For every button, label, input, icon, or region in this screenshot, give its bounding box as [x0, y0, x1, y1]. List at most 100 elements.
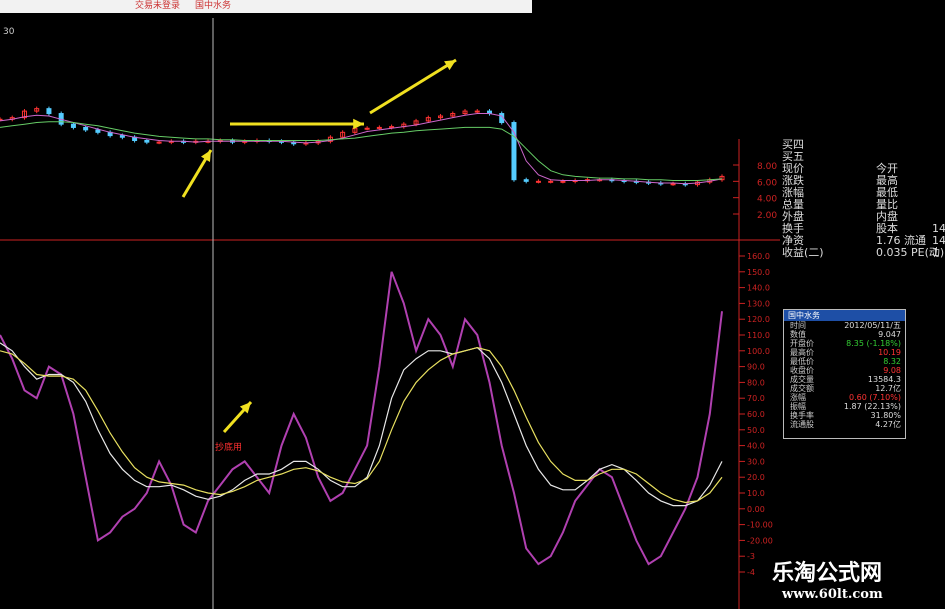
- quote-right: 1: [932, 246, 939, 259]
- info-key: 成交额: [790, 384, 814, 393]
- osc-tick-label: 20.0: [747, 473, 765, 482]
- arrow-horizontal-head: [353, 118, 364, 130]
- osc-tick-label: 140.0: [747, 284, 770, 293]
- osc-tick-label: 60.0: [747, 410, 765, 419]
- osc-tick-label: 10.0: [747, 489, 765, 498]
- watermark-url: www.60lt.com: [782, 587, 883, 602]
- info-value: 9.08: [883, 366, 901, 375]
- osc-tick-label: 70.0: [747, 394, 765, 403]
- info-row: 收盘价 9.08: [784, 366, 905, 375]
- quote-row: 买四: [780, 139, 945, 151]
- osc-tick-label: 40.0: [747, 442, 765, 451]
- chart-overlay: 抄底用: [181, 18, 457, 609]
- osc-tick-label: 50.0: [747, 426, 765, 435]
- candle-body: [560, 180, 566, 183]
- candle-body: [670, 183, 676, 186]
- osc-tick-label: -10.00: [747, 521, 773, 530]
- osc-tick-label: 110.0: [747, 331, 770, 340]
- quote-row: 现价 今开: [780, 163, 945, 175]
- quote-label: 收益(二): [782, 246, 824, 259]
- osc-tick-label: 130.0: [747, 299, 770, 308]
- info-row: 成交量 13584.3: [784, 375, 905, 384]
- info-row: 振幅 1.87 (22.13%): [784, 402, 905, 411]
- candle-body: [95, 129, 101, 133]
- osc-tick-label: -20.00: [747, 536, 773, 545]
- title-bar: 交易未登录 国中水务: [0, 0, 532, 13]
- candle-body: [376, 126, 382, 129]
- price-panel: 30 8.00 6.00 4.00 2.00: [0, 27, 780, 609]
- candle-body: [0, 118, 3, 121]
- info-row: 涨幅 0.60 (7.10%): [784, 393, 905, 402]
- price-tick-label: 4.00: [757, 195, 777, 205]
- info-value: 4.27亿: [875, 420, 901, 429]
- oscillator-lines: [0, 271, 723, 566]
- info-popup-title: 国中水务: [784, 310, 905, 321]
- info-row: 数值 9.047: [784, 330, 905, 339]
- info-row: 最高价 10.19: [784, 348, 905, 357]
- stock-chart-canvas[interactable]: 308.006.004.002.00 160.0150.0140.0130.01…: [0, 0, 945, 609]
- info-value: 8.32: [883, 357, 901, 366]
- osc-tick-label: 90.0: [747, 363, 765, 372]
- info-value: 2012/05/11/五: [844, 321, 901, 330]
- candle-body: [523, 179, 529, 182]
- info-row: 换手率 31.80%: [784, 411, 905, 420]
- info-value: 9.047: [878, 330, 901, 339]
- info-key: 振幅: [790, 402, 806, 411]
- candle-body: [548, 180, 554, 183]
- candle-body: [119, 135, 125, 138]
- price-tick-label: 8.00: [757, 162, 777, 172]
- quote-row: 买五: [780, 151, 945, 163]
- info-key: 换手率: [790, 411, 814, 420]
- stock-name-text: 国中水务: [195, 1, 232, 11]
- quote-row: 总量 量比: [780, 199, 945, 211]
- quote-row: 外盘 内盘: [780, 211, 945, 223]
- candle-body: [364, 127, 370, 130]
- info-key: 数值: [790, 330, 806, 339]
- info-row: 成交额 12.7亿: [784, 384, 905, 393]
- candle-body: [144, 140, 150, 143]
- info-key: 收盘价: [790, 366, 814, 375]
- osc-tick-label: 150.0: [747, 268, 770, 277]
- candle-body: [474, 110, 480, 113]
- info-row: 流通股 4.27亿: [784, 420, 905, 429]
- info-value: 8.35 (-1.18%): [846, 339, 901, 348]
- login-status-text[interactable]: 交易未登录: [135, 0, 180, 13]
- info-value: 1.87 (22.13%): [843, 402, 901, 411]
- quote-row: 涨跌 最高: [780, 175, 945, 187]
- info-row: 时间 2012/05/11/五: [784, 321, 905, 330]
- signal-label: 抄底用: [215, 441, 242, 453]
- info-key: 开盘价: [790, 339, 814, 348]
- candle-body: [156, 141, 162, 144]
- info-value: 31.80%: [870, 411, 901, 420]
- osc-tick-label: -3: [747, 552, 755, 561]
- price-tick-label: 2.00: [757, 211, 777, 221]
- osc-tick-label: 100.0: [747, 347, 770, 356]
- candle-body: [535, 180, 541, 183]
- candle-body: [70, 123, 76, 128]
- watermark-title: 乐淘公式网: [772, 560, 883, 586]
- info-row: 开盘价 8.35 (-1.18%): [784, 339, 905, 348]
- osc-tick-label: 0.00: [747, 505, 765, 514]
- quote-row: 收益(二) 0.035 PE(动) 1: [780, 247, 945, 259]
- info-key: 最高价: [790, 348, 814, 357]
- info-key: 时间: [790, 321, 806, 330]
- oscillator-fast-line: [0, 271, 723, 566]
- info-value: 12.7亿: [875, 384, 901, 393]
- candle-body: [83, 126, 89, 131]
- period-label: 30: [3, 27, 15, 37]
- quote-row: 涨幅 最低: [780, 187, 945, 199]
- oscillator-panel: 160.0 150.0 140.0 130.0 120.0 110.0 100.0 90.0 8…: [0, 252, 773, 577]
- info-key: 流通股: [790, 420, 814, 429]
- info-value: 0.60 (7.10%): [848, 393, 901, 402]
- info-key: 最低价: [790, 357, 814, 366]
- osc-tick-label: -4: [747, 568, 755, 577]
- info-popup: 国中水务 时间 2012/05/11/五数值 9.047 开盘价 8.35 (-1.18…: [783, 309, 906, 439]
- osc-tick-label: 160.0: [747, 252, 770, 261]
- candle-body: [46, 108, 52, 115]
- osc-tick-label: 120.0: [747, 315, 770, 324]
- osc-tick-label: 80.0: [747, 378, 765, 387]
- arrow-up-right: [369, 58, 457, 115]
- moving-average-long-line: [0, 121, 723, 181]
- osc-tick-label: 30.0: [747, 457, 765, 466]
- quote-panel: 买四 买五 现价 今开 涨跌 最高 涨幅 最低 总量 量比 外盘 内盘 换手 股本 14 净资 1.76 流通 1…: [780, 139, 945, 263]
